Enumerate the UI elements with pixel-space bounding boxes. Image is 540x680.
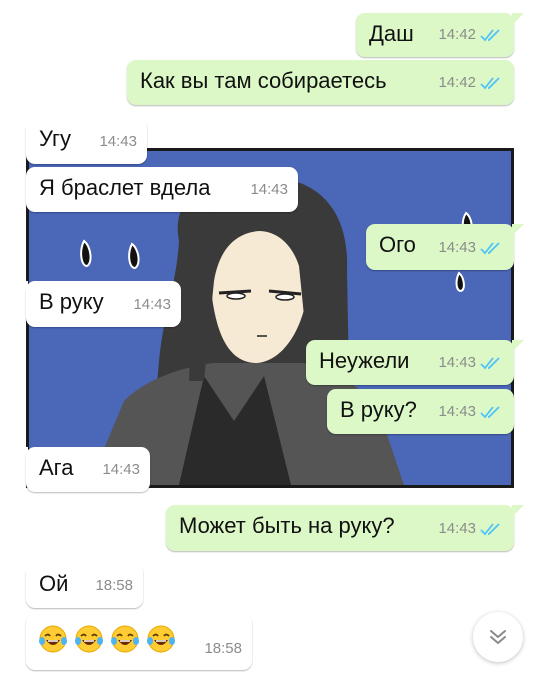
- message-bubble-outgoing[interactable]: Ого 14:43: [366, 224, 524, 270]
- message-meta: 14:43: [438, 350, 502, 376]
- message-time: 14:43: [438, 403, 476, 420]
- message-meta: 18:58: [95, 573, 133, 599]
- message-bubble-outgoing[interactable]: В руку? 14:43: [327, 389, 514, 434]
- bubble-tail: [512, 505, 524, 517]
- message-text: Угу: [39, 126, 72, 151]
- bubble-tail: [16, 281, 28, 293]
- message-meta: 14:43: [250, 177, 288, 203]
- message-time: 18:58: [204, 640, 242, 657]
- emoji-row: [38, 624, 182, 654]
- message-text: Ой: [39, 571, 69, 596]
- message-bubble-outgoing[interactable]: Неужели 14:43: [306, 340, 524, 385]
- face-with-tears-of-joy-icon: [75, 625, 103, 653]
- message-meta: 14:43: [99, 129, 137, 155]
- message-time: 14:43: [438, 520, 476, 537]
- double-chevron-down-icon: [490, 630, 506, 644]
- message-meta: 14:43: [133, 292, 171, 318]
- message-time: 18:58: [95, 577, 133, 594]
- message-text: Ага: [39, 455, 74, 480]
- message-text: Как вы там собираетесь: [140, 68, 387, 93]
- message-text: Неужели: [319, 348, 410, 373]
- message-time: 14:43: [99, 133, 137, 150]
- message-text: В руку?: [340, 397, 417, 422]
- bubble-tail: [512, 224, 524, 236]
- message-meta: 14:43: [438, 235, 502, 261]
- message-bubble-incoming[interactable]: 18:58: [26, 614, 252, 670]
- message-text: Я браслет вдела: [39, 175, 211, 200]
- message-bubble-incoming[interactable]: В руку 14:43: [16, 281, 181, 327]
- message-time: 14:43: [102, 461, 140, 478]
- message-time: 14:42: [438, 74, 476, 91]
- message-text: Может быть на руку?: [179, 513, 395, 538]
- message-time: 14:43: [438, 239, 476, 256]
- message-meta: 14:42: [438, 70, 502, 96]
- message-bubble-incoming[interactable]: Я браслет вдела 14:43: [26, 167, 298, 212]
- message-bubble-incoming[interactable]: Ой 18:58: [16, 563, 143, 608]
- message-bubble-outgoing[interactable]: Даш 14:42: [356, 13, 524, 57]
- bubble-tail: [16, 118, 28, 130]
- face-with-tears-of-joy-icon: [39, 625, 67, 653]
- double-check-icon: [480, 242, 500, 255]
- message-bubble-incoming[interactable]: Ага 14:43: [16, 447, 150, 492]
- message-meta: 14:43: [102, 457, 140, 483]
- message-time: 14:43: [250, 181, 288, 198]
- double-check-icon: [480, 29, 500, 42]
- message-text: Ого: [379, 232, 416, 257]
- face-with-tears-of-joy-icon: [111, 625, 139, 653]
- message-text: Даш: [369, 21, 414, 46]
- message-time: 14:42: [438, 26, 476, 43]
- double-check-icon: [480, 357, 500, 370]
- message-time: 14:43: [438, 354, 476, 371]
- message-meta: 14:43: [438, 399, 502, 425]
- message-meta: 18:58: [204, 636, 242, 662]
- message-bubble-incoming[interactable]: Угу 14:43: [16, 118, 147, 164]
- bubble-tail: [16, 563, 28, 575]
- bubble-tail: [512, 340, 524, 352]
- double-check-icon: [480, 406, 500, 419]
- message-meta: 14:42: [438, 22, 502, 48]
- message-text: В руку: [39, 289, 104, 314]
- double-check-icon: [480, 77, 500, 90]
- message-bubble-outgoing[interactable]: Как вы там собираетесь 14:42: [127, 60, 514, 105]
- bubble-tail: [512, 13, 524, 25]
- double-check-icon: [480, 523, 500, 536]
- face-with-tears-of-joy-icon: [147, 625, 175, 653]
- message-bubble-outgoing[interactable]: Может быть на руку? 14:43: [166, 505, 524, 551]
- scroll-to-bottom-button[interactable]: [473, 612, 523, 662]
- message-time: 14:43: [133, 296, 171, 313]
- bubble-tail: [16, 447, 28, 459]
- message-meta: 14:43: [438, 516, 502, 542]
